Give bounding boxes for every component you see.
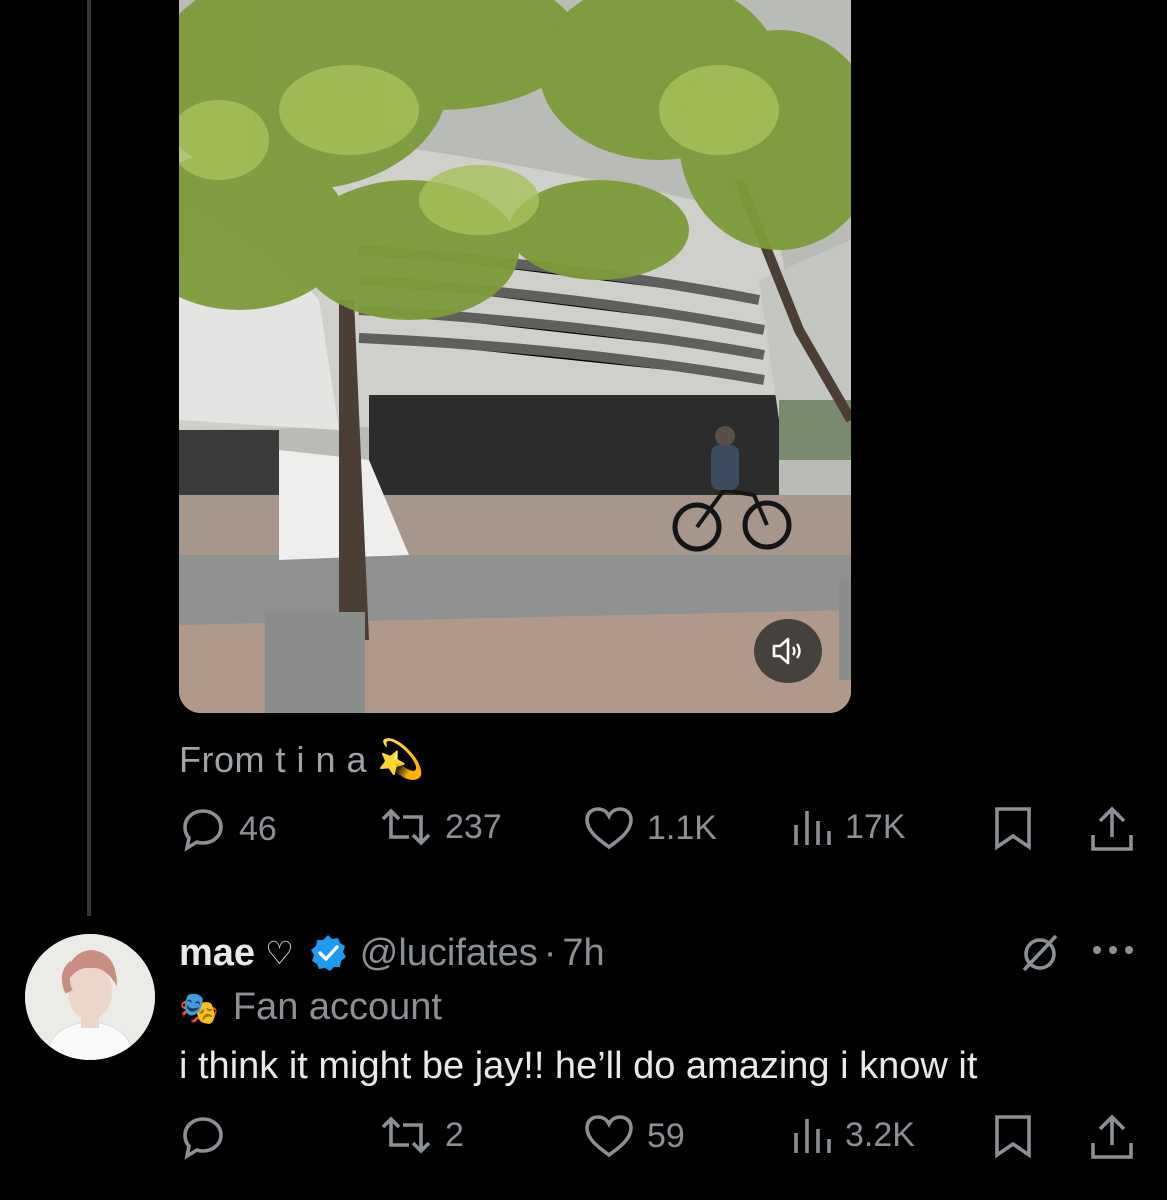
reply-action-bar: 2 59 3.2K [179,1113,1139,1173]
bookmark-button[interactable] [991,1113,1035,1159]
label-text: Fan account [232,986,442,1028]
repost-icon [381,1116,431,1154]
like-button[interactable]: 59 [583,1113,685,1159]
separator-dot: · [543,931,557,974]
reply-header: mae ♡ @lucifates · 7h [179,925,605,981]
views-button[interactable]: 3.2K [791,1113,915,1157]
share-icon [1091,1114,1133,1159]
avatar-image [25,934,155,1060]
video-frame [179,0,851,713]
share-button[interactable] [1089,805,1135,853]
share-button[interactable] [1089,1113,1135,1161]
repost-count: 237 [445,807,502,846]
like-button[interactable]: 1.1K [583,805,717,851]
account-label: 🎭 Fan account [179,986,442,1029]
avatar[interactable] [25,934,155,1060]
repost-button[interactable]: 2 [379,1113,464,1157]
more-icon [1093,946,1133,954]
bookmark-button[interactable] [991,805,1035,851]
reply-count: 46 [239,809,277,848]
reply-button[interactable] [179,1113,239,1161]
reply-button[interactable]: 46 [179,805,277,853]
mute-toggle-button[interactable] [754,619,822,683]
user-handle[interactable]: @lucifates [360,932,538,975]
bookmark-icon [995,1115,1031,1159]
caption-text: From t i n a [179,739,368,780]
dizzy-emoji-icon: 💫 [377,739,425,781]
like-count: 1.1K [647,808,717,847]
post-time[interactable]: 7h [562,932,604,975]
views-count: 3.2K [845,1115,915,1154]
tweet-video[interactable] [179,0,851,713]
like-icon [585,807,633,850]
repost-button[interactable]: 237 [379,805,502,849]
reply-text: i think it might be jay!! he’ll do amazi… [179,1045,978,1087]
tweet-caption: From t i n a 💫 [179,738,425,782]
views-button[interactable]: 17K [791,805,906,849]
speaker-icon [772,637,801,665]
display-name[interactable]: mae [179,932,255,975]
reply-icon [183,809,223,852]
more-options-button[interactable] [1090,940,1136,965]
thread-connector-line [87,0,91,916]
tweet-action-bar: 46 237 1.1K 17K [179,805,1139,865]
grok-button[interactable] [1018,930,1062,979]
verified-badge-icon [308,933,348,973]
like-count: 59 [647,1116,685,1155]
reply-icon [183,1117,223,1160]
views-count: 17K [845,807,906,846]
views-icon [794,1119,831,1153]
views-icon [794,811,831,845]
bookmark-icon [995,807,1031,851]
like-icon [585,1115,633,1158]
grok-slash-icon [1022,934,1058,972]
repost-icon [381,808,431,846]
share-icon [1091,806,1133,851]
name-heart-symbol: ♡ [265,935,294,971]
theater-mask-icon: 🎭 [179,989,219,1026]
repost-count: 2 [445,1115,464,1154]
